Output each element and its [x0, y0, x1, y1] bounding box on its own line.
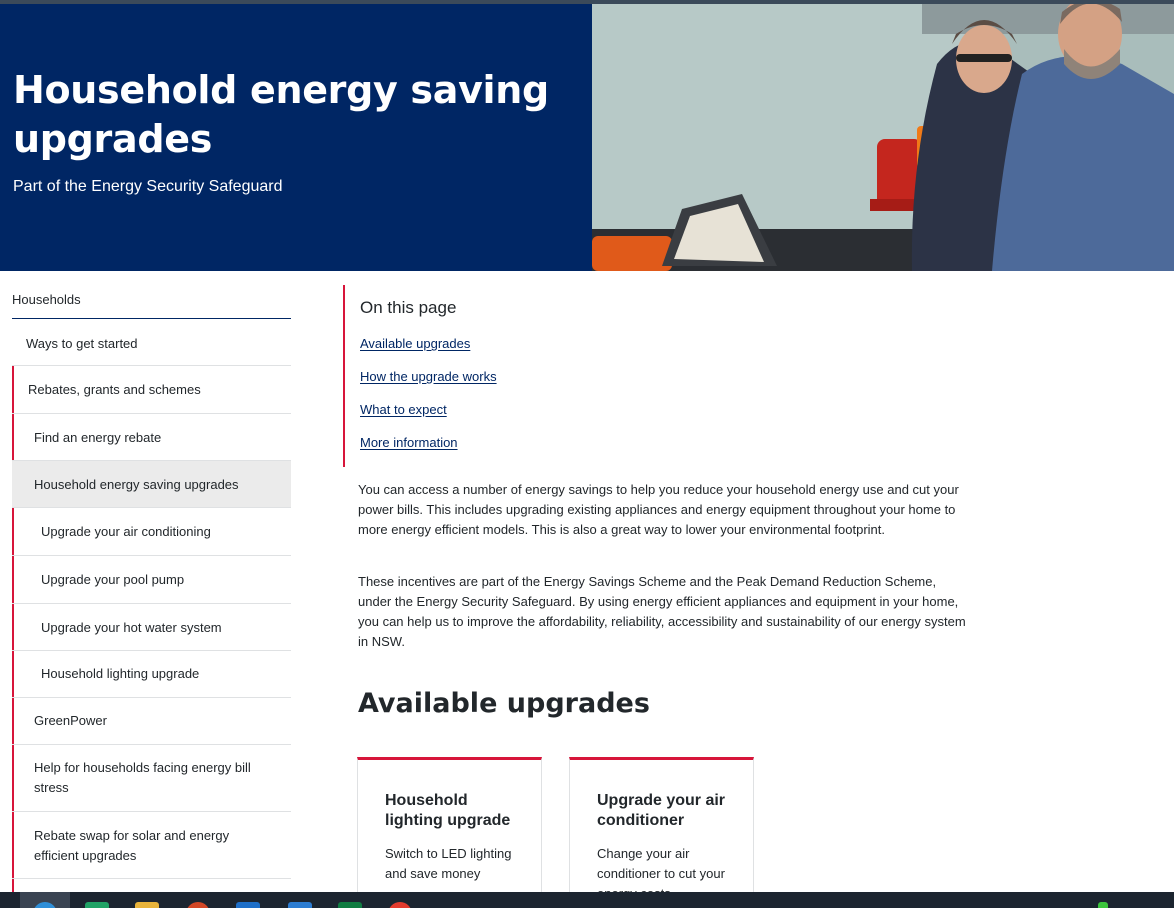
page-title: Household energy saving upgrades	[13, 68, 549, 161]
os-taskbar	[0, 892, 1174, 908]
folder-icon[interactable]	[135, 902, 159, 908]
hero-banner: Household energy saving upgrades Part of…	[0, 4, 1174, 271]
spreadsheet-app-icon[interactable]	[85, 902, 109, 908]
sidebar-nav: Households Ways to get started Rebates, …	[12, 285, 291, 895]
sidebar-item-rebates-grants-schemes[interactable]: Rebates, grants and schemes	[12, 366, 291, 414]
chrome-icon[interactable]	[388, 902, 412, 908]
document-app-icon[interactable]	[236, 902, 260, 908]
sidebar-item-household-lighting-upgrade[interactable]: Household lighting upgrade	[12, 651, 291, 698]
sidebar-item-rebate-swap[interactable]: Rebate swap for solar and energy efficie…	[12, 812, 291, 879]
upgrade-card-air-conditioner[interactable]: Upgrade your air conditioner Change your…	[569, 757, 754, 907]
sidebar-item-energy-bill-stress[interactable]: Help for households facing energy bill s…	[12, 745, 291, 812]
hero-photo-illustration	[592, 4, 1174, 271]
sidebar-item-upgrade-pool-pump[interactable]: Upgrade your pool pump	[12, 556, 291, 604]
anchor-link-available-upgrades[interactable]: Available upgrades	[360, 336, 470, 351]
anchor-link-how-upgrade-works[interactable]: How the upgrade works	[360, 369, 497, 384]
sidebar-item-upgrade-air-conditioning[interactable]: Upgrade your air conditioning	[12, 508, 291, 556]
sidebar-item-ways-to-get-started[interactable]: Ways to get started	[12, 319, 291, 366]
mail-app-icon[interactable]	[288, 902, 312, 908]
sidebar-heading[interactable]: Households	[12, 285, 291, 319]
hero-text-panel: Household energy saving upgrades Part of…	[0, 4, 592, 271]
sidebar-item-greenpower[interactable]: GreenPower	[12, 698, 291, 745]
anchor-link-what-to-expect[interactable]: What to expect	[360, 402, 447, 417]
presentation-app-icon[interactable]	[186, 902, 210, 908]
card-description: Switch to LED lighting and save money	[385, 846, 512, 881]
section-heading-available-upgrades: Available upgrades	[358, 688, 650, 719]
sidebar-item-household-energy-saving-upgrades[interactable]: Household energy saving upgrades	[12, 461, 291, 508]
incentives-paragraph: These incentives are part of the Energy …	[358, 574, 966, 649]
tray-status-icon[interactable]	[1098, 902, 1108, 908]
on-this-page-box: On this page Available upgrades How the …	[343, 285, 643, 467]
upgrade-card-lighting[interactable]: Household lighting upgrade Switch to LED…	[357, 757, 542, 907]
sidebar-item-upgrade-hot-water[interactable]: Upgrade your hot water system	[12, 604, 291, 651]
card-title[interactable]: Household lighting upgrade	[385, 791, 525, 831]
card-title[interactable]: Upgrade your air conditioner	[597, 791, 737, 831]
sidebar-item-find-energy-rebate[interactable]: Find an energy rebate	[12, 414, 291, 461]
intro-paragraph: You can access a number of energy saving…	[358, 482, 959, 537]
anchor-link-more-information[interactable]: More information	[360, 435, 458, 450]
page-subtitle: Part of the Energy Security Safeguard	[13, 178, 283, 195]
on-this-page-title: On this page	[360, 298, 457, 317]
project-app-icon[interactable]	[338, 902, 362, 908]
hero-photo	[592, 4, 1174, 271]
